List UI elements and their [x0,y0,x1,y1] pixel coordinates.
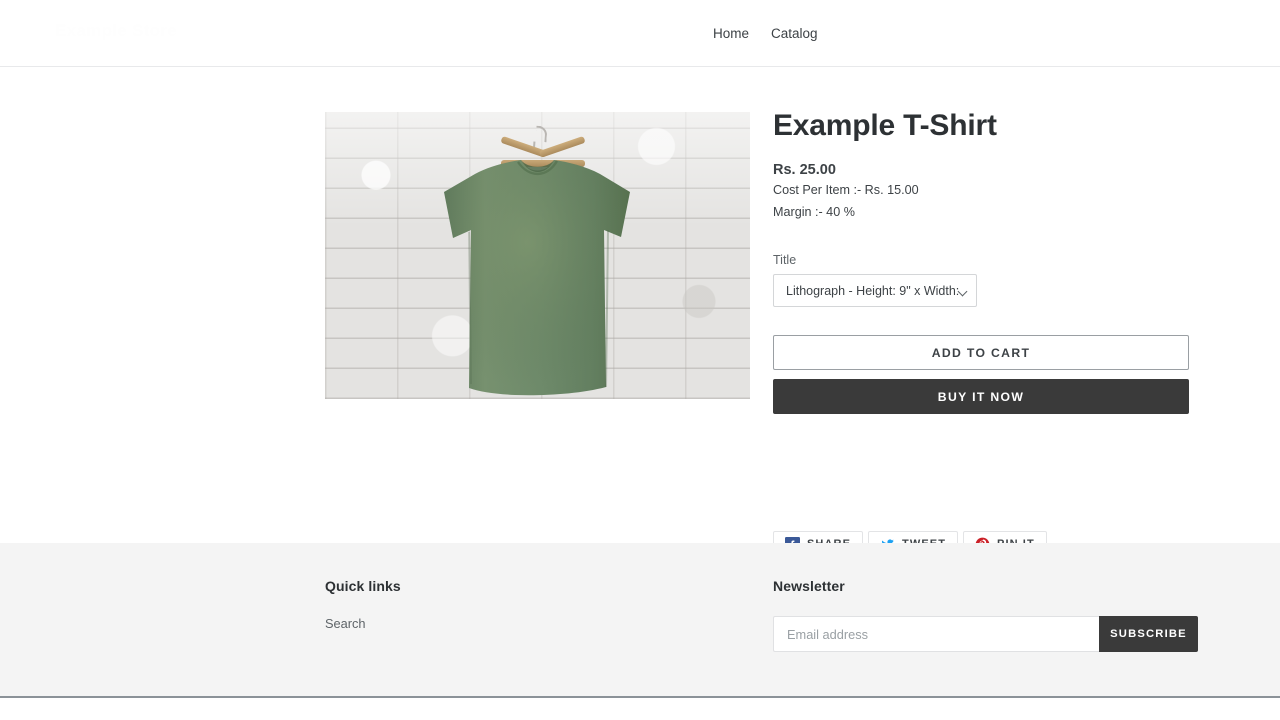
site-logo[interactable]: Example Store [55,21,177,41]
footer-quick-links-title: Quick links [325,578,401,594]
footer-newsletter-title: Newsletter [773,578,845,594]
newsletter-form: SUBSCRIBE [773,616,1198,652]
newsletter-email-input[interactable] [773,616,1099,652]
page-root: Example Store Home Catalog Example T-Shi… [0,0,1280,720]
tshirt-graphic [444,160,630,396]
page-bottom-divider [0,696,1280,698]
variant-select[interactable]: Lithograph - Height: 9" x Width: [773,274,977,307]
product-title: Example T-Shirt [773,109,997,142]
footer-link-search[interactable]: Search [325,616,366,631]
nav-link-home[interactable]: Home [713,25,749,43]
cost-per-item: Cost Per Item :- Rs. 15.00 [773,183,919,197]
footer-quick-links: Quick links Search [325,578,401,633]
nav-link-catalog[interactable]: Catalog [771,25,818,43]
variant-option-label: Title [773,253,797,267]
product-section: Example T-Shirt Rs. 25.00 Cost Per Item … [0,67,1280,557]
margin: Margin :- 40 % [773,204,855,219]
product-image[interactable] [325,112,750,399]
product-details: Example T-Shirt Rs. 25.00 Cost Per Item … [773,107,1203,414]
buy-it-now-button[interactable]: BUY IT NOW [773,379,1189,414]
site-footer: Quick links Search Newsletter SUBSCRIBE [0,543,1280,697]
add-to-cart-button[interactable]: ADD TO CART [773,335,1189,370]
newsletter-subscribe-button[interactable]: SUBSCRIBE [1099,616,1198,652]
footer-newsletter: Newsletter SUBSCRIBE [773,578,1198,652]
site-header: Example Store Home Catalog [0,0,1280,67]
variant-select-value: Lithograph - Height: 9" x Width: [786,283,960,298]
product-price: Rs. 25.00 [773,162,836,178]
main-navigation: Home Catalog [713,25,818,43]
